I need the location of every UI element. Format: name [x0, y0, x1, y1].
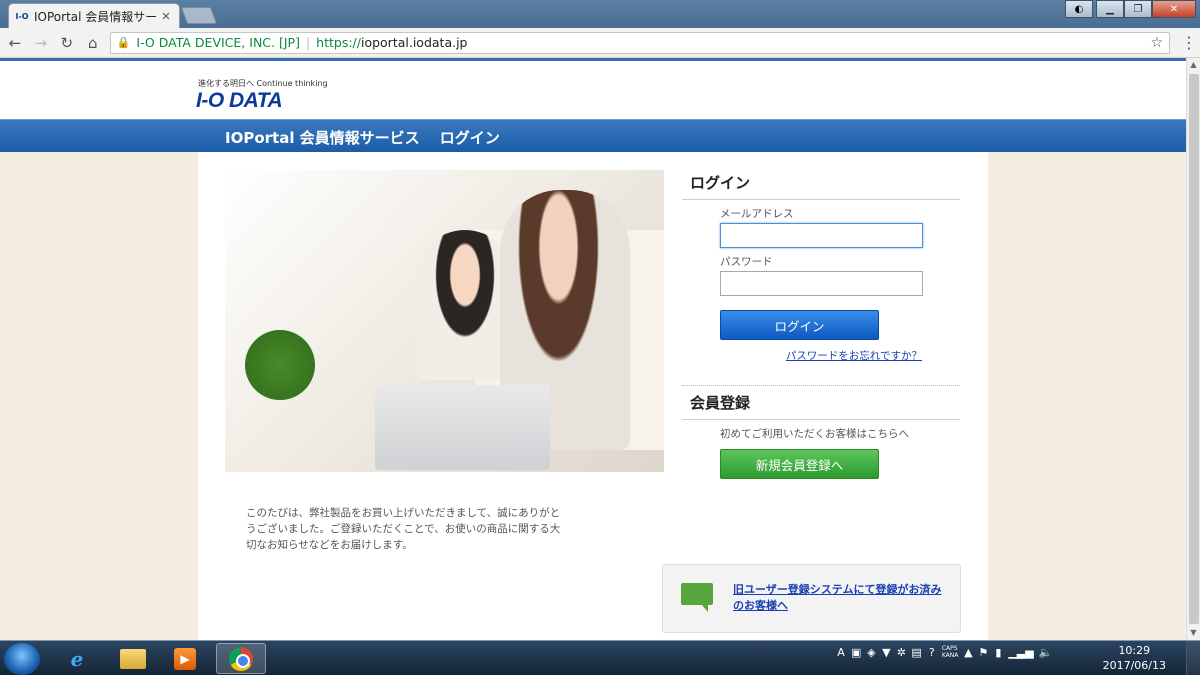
- register-button[interactable]: 新規会員登録へ: [720, 449, 879, 479]
- lock-icon: 🔒: [116, 36, 131, 49]
- tray-volume-icon[interactable]: 🔈: [1039, 646, 1053, 659]
- logo-tagline: 進化する明日へ Continue thinking: [198, 79, 328, 88]
- back-icon[interactable]: ←: [4, 32, 26, 54]
- taskbar-chrome[interactable]: [216, 643, 266, 674]
- browser-tab-active[interactable]: I-O IOPortal 会員情報サービス ✕: [8, 3, 180, 28]
- close-window-button[interactable]: ✕: [1152, 0, 1196, 18]
- ime-icon[interactable]: A: [836, 646, 846, 659]
- chrome-icon: [229, 646, 253, 671]
- hero-plant: [245, 330, 315, 400]
- main-content: このたびは、弊社製品をお買い上げいただきまして、誠にありがとうございました。ご登…: [198, 152, 988, 640]
- tray-disk-icon[interactable]: ▤: [911, 646, 921, 659]
- intro-text: このたびは、弊社製品をお買い上げいただきまして、誠にありがとうございました。ご登…: [246, 507, 561, 551]
- minimize-button[interactable]: ▁: [1096, 0, 1124, 18]
- ev-certificate-label[interactable]: I-O DATA DEVICE, INC. [JP]: [136, 35, 300, 50]
- system-clock[interactable]: 10:29 2017/06/13: [1103, 643, 1166, 673]
- system-tray: A ▣ ◈ ▼ ✲ ▤ ? CAPS KANA ▲ ⚑ ▮ ▁▃▅ 🔈: [836, 645, 1052, 659]
- address-separator: |: [305, 35, 311, 50]
- login-heading: ログイン: [682, 170, 960, 200]
- page-viewport: 進化する明日へ Continue thinking I-O DATA IOPor…: [0, 58, 1186, 640]
- password-label: パスワード: [720, 256, 773, 268]
- login-button[interactable]: ログイン: [720, 310, 879, 340]
- clock-time: 10:29: [1118, 644, 1151, 657]
- kana-label: KANA: [941, 652, 959, 659]
- taskbar-ie[interactable]: e: [52, 643, 102, 674]
- favicon-icon: I-O: [15, 11, 29, 21]
- browser-toolbar: ← → ↻ ⌂ 🔒 I-O DATA DEVICE, INC. [JP] | h…: [0, 28, 1200, 58]
- media-player-icon: ▶: [174, 647, 196, 670]
- new-tab-button[interactable]: [180, 7, 218, 24]
- register-text: 初めてご利用いただくお客様はこちらへ: [720, 428, 909, 440]
- portal-nav-bar: IOPortal 会員情報サービス ログイン: [0, 119, 1186, 152]
- scroll-up-icon[interactable]: ▲: [1187, 58, 1200, 72]
- page-title: IOPortal 会員情報サービス ログイン: [225, 127, 500, 148]
- window-controls: ◐ ▁ ❐ ✕: [1065, 0, 1196, 18]
- browser-tab-strip: I-O IOPortal 会員情報サービス ✕ ◐ ▁ ❐ ✕: [0, 0, 1200, 28]
- chat-bubble-icon: [681, 583, 713, 612]
- browser-menu-icon[interactable]: ⋮: [1178, 33, 1200, 52]
- site-header: 進化する明日へ Continue thinking I-O DATA: [0, 61, 1186, 119]
- tab-close-icon[interactable]: ✕: [159, 10, 173, 23]
- scroll-down-icon[interactable]: ▼: [1187, 626, 1200, 640]
- tray-help-icon[interactable]: ?: [927, 646, 937, 659]
- hero-laptop: [375, 385, 550, 470]
- clock-date: 2017/06/13: [1102, 659, 1166, 672]
- forgot-password-link[interactable]: パスワードをお忘れですか？: [682, 348, 922, 363]
- vertical-scrollbar[interactable]: ▲ ▼: [1186, 58, 1200, 640]
- address-bar[interactable]: 🔒 I-O DATA DEVICE, INC. [JP] | https://i…: [109, 31, 1171, 54]
- caps-kana-indicator: CAPS KANA: [942, 645, 959, 659]
- home-icon[interactable]: ⌂: [82, 32, 104, 54]
- portal-name: IOPortal 会員情報サービス: [225, 129, 420, 147]
- password-field[interactable]: [720, 271, 923, 296]
- reload-icon[interactable]: ↻: [56, 32, 78, 54]
- tab-title: IOPortal 会員情報サービス: [34, 9, 159, 24]
- url-host: ioportal.iodata.jp: [360, 35, 468, 50]
- caps-label: CAPS: [941, 645, 958, 652]
- iodata-logo[interactable]: I-O DATA: [196, 89, 283, 113]
- tray-flag-icon[interactable]: ⚑: [978, 646, 988, 659]
- folder-icon: [120, 648, 146, 669]
- start-button[interactable]: [4, 643, 40, 675]
- show-desktop-button[interactable]: [1186, 641, 1200, 675]
- tray-monitor-icon[interactable]: ▣: [851, 646, 861, 659]
- restore-button[interactable]: ❐: [1124, 0, 1152, 18]
- tray-gear-icon[interactable]: ✲: [896, 646, 906, 659]
- url-scheme: https://: [316, 35, 361, 50]
- email-label: メールアドレス: [720, 208, 794, 220]
- hero-photo: [225, 170, 664, 472]
- email-field[interactable]: [720, 223, 923, 248]
- legacy-user-link[interactable]: 旧ユーザー登録システムにて登録がお済みのお客様へ: [733, 582, 948, 614]
- tray-shield-icon[interactable]: ◈: [866, 646, 876, 659]
- tray-expand-icon[interactable]: ▲: [963, 646, 973, 659]
- windows-taskbar: e ▶ A ▣ ◈ ▼ ✲ ▤ ? CAPS KANA ▲ ⚑ ▮ ▁▃▅ 🔈 1…: [0, 640, 1200, 675]
- scrollbar-thumb[interactable]: [1189, 74, 1199, 624]
- page-name: ログイン: [439, 129, 500, 147]
- forward-icon[interactable]: →: [30, 32, 52, 54]
- section-divider: [682, 385, 960, 386]
- register-heading: 会員登録: [682, 390, 960, 420]
- taskbar-explorer[interactable]: [108, 643, 158, 674]
- tray-signal-icon[interactable]: ▁▃▅: [1008, 646, 1033, 659]
- user-icon[interactable]: ◐: [1065, 0, 1093, 18]
- login-panel: ログイン メールアドレス パスワード ログイン パスワードをお忘れですか？ 会員…: [682, 170, 960, 479]
- ie-icon: e: [70, 646, 84, 671]
- legacy-user-box: 旧ユーザー登録システムにて登録がお済みのお客様へ: [662, 564, 961, 633]
- bookmark-star-icon[interactable]: ☆: [1151, 35, 1164, 51]
- taskbar-media-player[interactable]: ▶: [160, 643, 210, 674]
- tray-shirt-icon[interactable]: ▼: [881, 646, 891, 659]
- tray-battery-icon[interactable]: ▮: [993, 646, 1003, 659]
